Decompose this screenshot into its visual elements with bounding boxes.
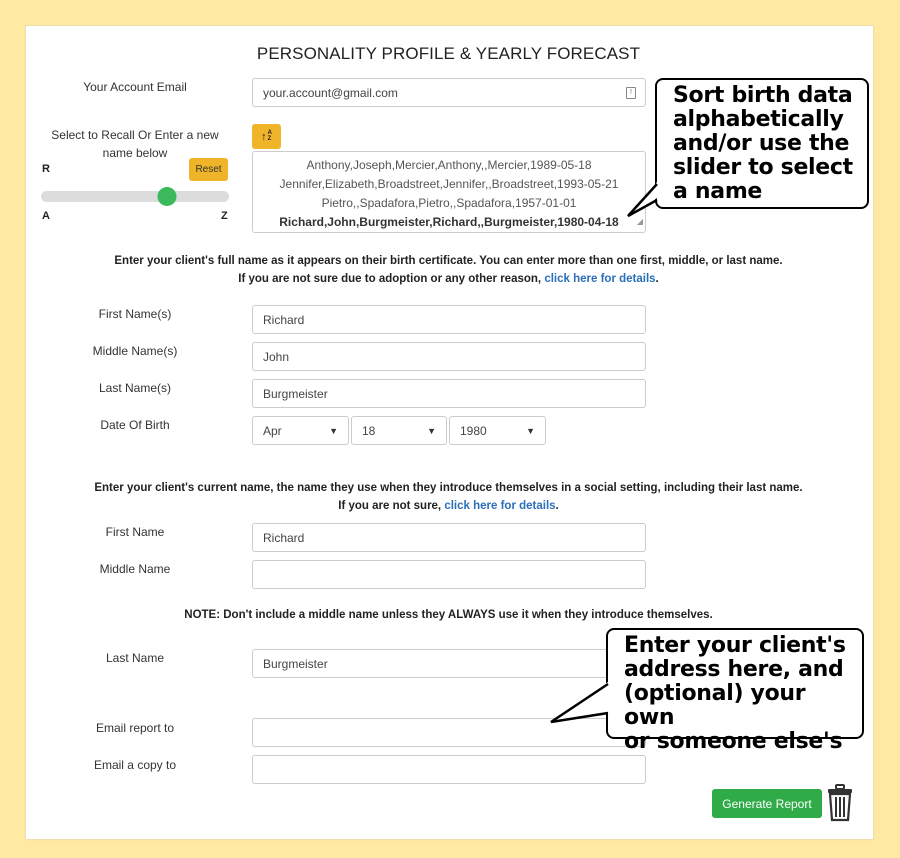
contact-card-icon[interactable]: ! — [626, 87, 636, 99]
birth-last-name-field[interactable] — [252, 379, 646, 408]
email-report-label: Email report to — [95, 721, 175, 735]
sort-alpha-icon: ↑A Z — [261, 130, 272, 143]
chevron-down-icon: ▼ — [329, 425, 338, 436]
slider-min-label: A — [42, 210, 50, 222]
account-email-label: Your Account Email — [83, 80, 187, 94]
current-first-name-label: First Name — [105, 525, 165, 539]
current-last-name-field[interactable] — [252, 649, 646, 678]
dob-label: Date Of Birth — [100, 418, 170, 432]
email-copy-input[interactable] — [263, 762, 635, 777]
sort-button[interactable]: ↑A Z — [252, 124, 281, 149]
chevron-down-icon: ▼ — [526, 425, 535, 436]
slider-max-label: Z — [221, 210, 228, 222]
birth-last-name-label: Last Name(s) — [98, 381, 172, 395]
middle-name-note: NOTE: Don't include a middle name unless… — [184, 609, 713, 621]
current-details-link[interactable]: click here for details — [444, 500, 555, 512]
current-first-name-input[interactable] — [263, 530, 635, 545]
dob-month-select[interactable]: Apr ▼ — [252, 416, 349, 445]
sort-callout: Sort birth data alphabetically and/or us… — [655, 78, 869, 209]
name-slider[interactable] — [41, 187, 229, 206]
list-item[interactable]: Jennifer,Elizabeth,Broadstreet,Jennifer,… — [253, 175, 645, 194]
reset-button[interactable]: Reset — [189, 158, 228, 181]
birth-last-name-input[interactable] — [263, 386, 635, 401]
current-last-name-label: Last Name — [105, 651, 165, 665]
current-first-name-field[interactable] — [252, 523, 646, 552]
chevron-down-icon: ▼ — [427, 425, 436, 436]
trash-icon[interactable] — [826, 784, 854, 822]
birth-middle-name-label: Middle Name(s) — [92, 344, 178, 358]
dob-year-select[interactable]: 1980 ▼ — [449, 416, 546, 445]
current-name-instructions: Enter your client's current name, the na… — [94, 482, 803, 512]
birth-first-name-input[interactable] — [263, 312, 635, 327]
birth-first-name-field[interactable] — [252, 305, 646, 334]
current-last-name-input[interactable] — [263, 656, 635, 671]
list-item[interactable]: Pietro,,Spadafora,Pietro,,Spadafora,1957… — [253, 194, 645, 213]
email-copy-label: Email a copy to — [93, 758, 177, 772]
address-callout-tail — [550, 682, 609, 724]
birth-first-name-label: First Name(s) — [98, 307, 172, 321]
page-title: PERSONALITY PROFILE & YEARLY FORECAST — [256, 44, 641, 63]
recall-label: Select to Recall Or Enter a new name bel… — [51, 128, 219, 160]
birth-name-instructions: Enter your client's full name as it appe… — [114, 255, 783, 285]
account-email-field[interactable]: ! — [252, 78, 646, 107]
birth-details-link[interactable]: click here for details — [544, 273, 655, 285]
current-letter: R — [42, 163, 50, 175]
list-item[interactable]: Anthony,Joseph,Mercier,Anthony,,Mercier,… — [253, 156, 645, 175]
account-email-input[interactable] — [263, 85, 635, 100]
current-middle-name-field[interactable] — [252, 560, 646, 589]
address-callout: Enter your client's address here, and (o… — [606, 628, 864, 754]
dob-day-select[interactable]: 18 ▼ — [351, 416, 447, 445]
current-middle-name-input[interactable] — [263, 567, 635, 582]
saved-names-list[interactable]: Anthony,Joseph,Mercier,Anthony,,Mercier,… — [252, 151, 646, 233]
birth-middle-name-field[interactable] — [252, 342, 646, 371]
generate-report-button[interactable]: Generate Report — [712, 789, 822, 818]
email-copy-field[interactable] — [252, 755, 646, 784]
slider-thumb[interactable] — [157, 187, 177, 206]
list-item-selected[interactable]: Richard,John,Burgmeister,Richard,,Burgme… — [253, 213, 645, 232]
birth-middle-name-input[interactable] — [263, 349, 635, 364]
current-middle-name-label: Middle Name — [99, 562, 171, 576]
email-report-input[interactable] — [263, 725, 635, 740]
sort-callout-tail — [627, 182, 658, 218]
